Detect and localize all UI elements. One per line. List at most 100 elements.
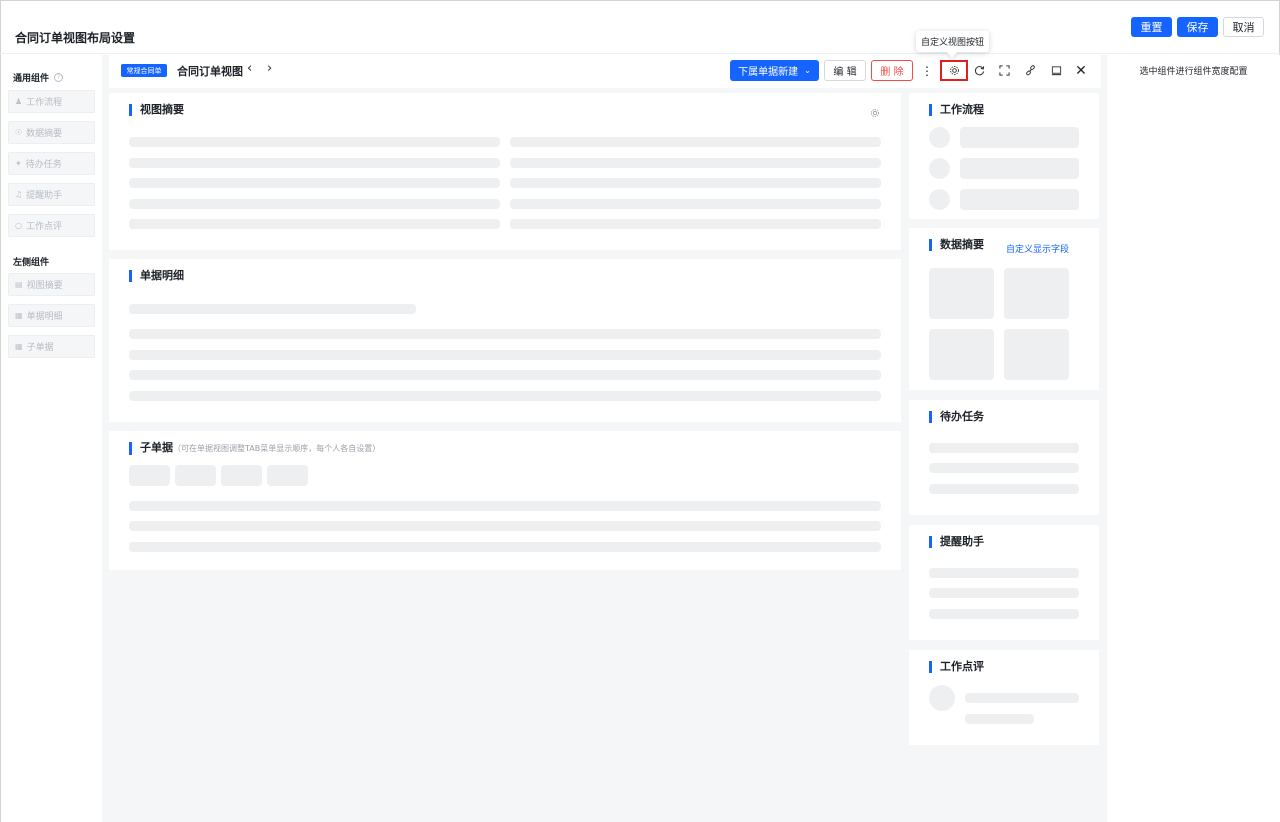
target-icon: ☉	[15, 128, 23, 137]
component-label: 待办任务	[25, 160, 62, 170]
left-components-heading: 左侧组件	[13, 255, 49, 268]
component-panel: 通用组件 ? ♟ 工作流程 ☉ 数据摘要 ✦ 待办任务 ♫ 提醒助手 ○ 工作点…	[0, 55, 102, 822]
general-components-title: 通用组件	[13, 74, 50, 84]
workflow-title: 工作流程	[929, 104, 984, 116]
component-label: 提醒助手	[26, 191, 63, 201]
skeleton-line	[129, 158, 500, 168]
bell-icon: ♫	[15, 190, 23, 199]
sub-document-card[interactable]: 子单据（可在单据视图调整TAB菜单显示顺序，每个人各自设置）	[109, 431, 901, 570]
todo-title: 待办任务	[929, 411, 984, 423]
skeleton-tab	[267, 465, 308, 486]
box-icon: ▦	[15, 311, 23, 320]
component-label: 工作点评	[25, 222, 62, 232]
new-sub-document-label: 下属单据新建	[738, 67, 799, 78]
comment-icon: ○	[15, 221, 22, 230]
document-detail-card[interactable]: 单据明细	[109, 259, 901, 422]
skeleton-line	[129, 137, 500, 147]
sub-document-hint: （可在单据视图调整TAB菜单显示顺序，每个人各自设置）	[173, 444, 381, 453]
skeleton-avatar	[929, 189, 950, 210]
component-data-summary[interactable]: ☉ 数据摘要	[8, 121, 95, 144]
reset-button[interactable]: 重置	[1131, 17, 1172, 37]
next-chevron-icon[interactable]: ›	[267, 61, 272, 76]
custom-fields-link[interactable]: 自定义显示字段	[1006, 242, 1069, 255]
skeleton-line	[929, 484, 1079, 494]
link-icon[interactable]	[1020, 60, 1040, 81]
review-card[interactable]: 工作点评	[909, 650, 1099, 745]
skeleton-line	[965, 714, 1034, 724]
skeleton-line	[129, 391, 881, 401]
skeleton-tab	[129, 465, 170, 486]
skeleton-line	[510, 219, 881, 229]
skeleton-line	[929, 568, 1079, 578]
view-summary-card[interactable]: 视图摘要	[109, 93, 901, 250]
component-label: 数据摘要	[26, 129, 63, 139]
close-icon[interactable]: ✕	[1071, 60, 1091, 81]
edit-button[interactable]: 编 辑	[824, 60, 866, 81]
layout-canvas: 常规合同单 合同订单视图 ‹ › 下属单据新建 ⌄ 编 辑 删 除 ⋮ ✕ 视图…	[102, 55, 1107, 822]
skeleton-line	[510, 137, 881, 147]
custom-view-settings-icon[interactable]	[940, 60, 968, 81]
more-vertical-icon[interactable]: ⋮	[917, 60, 937, 81]
width-config-hint: 选中组件进行组件宽度配置	[1139, 67, 1248, 77]
skeleton-line	[129, 199, 500, 209]
general-components-heading: 通用组件 ?	[13, 71, 64, 84]
component-sub-document[interactable]: ▦ 子单据	[8, 335, 95, 358]
card-gear-icon[interactable]	[870, 103, 880, 122]
component-workflow[interactable]: ♟ 工作流程	[8, 90, 95, 113]
skeleton-tile	[1004, 268, 1069, 319]
top-bar: 合同订单视图布局设置 重置 保存 取消	[0, 0, 1280, 54]
page-title: 合同订单视图布局设置	[15, 31, 136, 45]
skeleton-line	[129, 219, 500, 229]
skeleton-tab	[175, 465, 216, 486]
delete-button[interactable]: 删 除	[871, 60, 913, 81]
cancel-button[interactable]: 取消	[1223, 17, 1264, 37]
skeleton-line	[510, 178, 881, 188]
pin-icon: ✦	[15, 159, 22, 168]
skeleton-avatar	[929, 685, 955, 711]
review-title: 工作点评	[929, 661, 984, 673]
width-config-panel: 选中组件进行组件宽度配置	[1107, 55, 1280, 822]
skeleton-line	[129, 350, 881, 360]
todo-card[interactable]: 待办任务	[909, 400, 1099, 515]
reminder-card[interactable]: 提醒助手	[909, 525, 1099, 640]
skeleton-line	[129, 329, 881, 339]
skeleton-line	[129, 370, 881, 380]
monitor-icon[interactable]	[1046, 60, 1066, 81]
component-label: 单据明细	[26, 312, 63, 322]
data-summary-title: 数据摘要	[929, 239, 984, 251]
skeleton-line	[510, 199, 881, 209]
grid-icon: ▦	[15, 342, 23, 351]
component-review[interactable]: ○ 工作点评	[8, 214, 95, 237]
help-icon[interactable]: ?	[54, 73, 64, 82]
component-todo[interactable]: ✦ 待办任务	[8, 152, 95, 175]
fullscreen-icon[interactable]	[994, 60, 1014, 81]
new-sub-document-button[interactable]: 下属单据新建 ⌄	[730, 60, 819, 81]
prev-chevron-icon[interactable]: ‹	[247, 61, 252, 76]
view-header: 常规合同单 合同订单视图 ‹ › 下属单据新建 ⌄ 编 辑 删 除 ⋮ ✕	[109, 55, 1101, 88]
component-reminder[interactable]: ♫ 提醒助手	[8, 183, 95, 206]
skeleton-line	[929, 609, 1079, 619]
component-document-detail[interactable]: ▦ 单据明细	[8, 304, 95, 327]
skeleton-tab	[221, 465, 262, 486]
skeleton-line	[129, 178, 500, 188]
view-title: 合同订单视图	[177, 65, 243, 78]
sub-document-title: 子单据（可在单据视图调整TAB菜单显示顺序，每个人各自设置）	[129, 442, 380, 455]
component-view-summary[interactable]: ▤ 视图摘要	[8, 273, 95, 296]
component-label: 子单据	[26, 343, 54, 353]
refresh-icon[interactable]	[969, 60, 989, 81]
component-label: 视图摘要	[26, 281, 63, 291]
layout-icon: ▤	[15, 280, 23, 289]
sub-document-title-text: 子单据	[140, 441, 173, 454]
workflow-card[interactable]: 工作流程	[909, 93, 1099, 219]
skeleton-line	[929, 588, 1079, 598]
skeleton-line	[510, 158, 881, 168]
custom-view-tooltip: 自定义视图按钮	[916, 31, 989, 52]
skeleton-line	[129, 501, 881, 511]
data-summary-card[interactable]: 数据摘要 自定义显示字段	[909, 228, 1099, 390]
document-type-tag: 常规合同单	[121, 64, 167, 77]
skeleton-line	[965, 693, 1079, 703]
save-button[interactable]: 保存	[1177, 17, 1218, 37]
skeleton-line	[929, 443, 1079, 453]
skeleton-line	[129, 304, 416, 314]
view-summary-title: 视图摘要	[129, 104, 184, 116]
